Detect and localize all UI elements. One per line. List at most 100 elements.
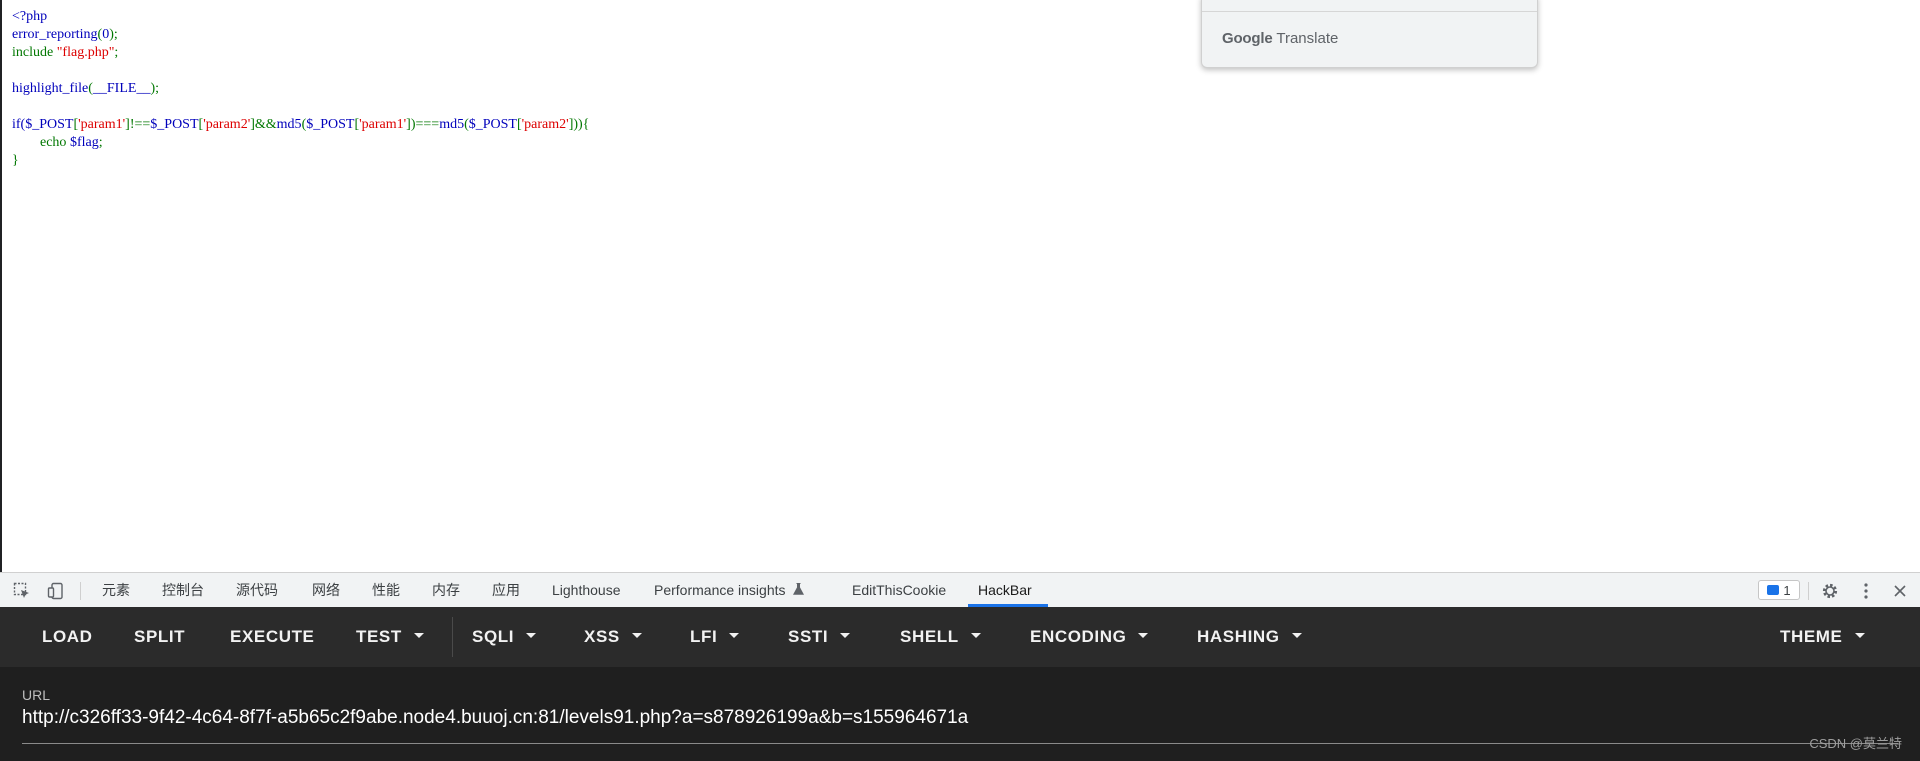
code-flag-var: $flag xyxy=(69,135,99,150)
lfi-button[interactable]: LFI xyxy=(690,607,740,667)
tab-sources[interactable]: 源代码 xyxy=(236,573,278,607)
code-semicolon: ; xyxy=(114,45,119,60)
code-token: 'param1' xyxy=(78,117,126,132)
caret-down-icon xyxy=(1854,633,1865,639)
devtools-tab-bar: 元素 控制台 源代码 网络 性能 内存 应用 Lighthouse Performance in… xyxy=(0,572,1920,607)
tab-application[interactable]: 应用 xyxy=(492,573,520,607)
code-paren: ); xyxy=(150,81,160,96)
google-translate-popup: Google Translate xyxy=(1201,0,1538,68)
button-label: HASHING xyxy=(1197,627,1280,646)
load-button[interactable]: LOAD xyxy=(42,607,93,667)
caret-down-icon xyxy=(631,633,642,639)
button-label: SQLI xyxy=(472,627,515,646)
issues-count: 1 xyxy=(1783,582,1791,598)
toolbar-separator xyxy=(80,582,81,600)
issues-counter-button[interactable]: 1 xyxy=(1758,580,1800,600)
code-token: $_POST xyxy=(150,117,199,132)
tab-label: Lighthouse xyxy=(552,582,621,598)
tab-memory[interactable]: 内存 xyxy=(432,573,460,607)
inspect-element-icon[interactable] xyxy=(12,581,32,601)
caret-down-icon xyxy=(970,633,981,639)
csdn-watermark: CSDN @莫兰特 xyxy=(1809,736,1902,751)
code-echo-keyword: echo xyxy=(40,135,70,150)
tab-label: 控制台 xyxy=(162,582,204,598)
popup-divider xyxy=(1202,11,1537,12)
button-label: ENCODING xyxy=(1030,627,1127,646)
button-label: THEME xyxy=(1780,627,1843,646)
tab-hackbar[interactable]: HackBar xyxy=(978,573,1032,607)
code-include-string: "flag.php" xyxy=(56,45,115,60)
more-vert-icon[interactable] xyxy=(1856,581,1876,601)
page-content: <?php error_reporting(0); include "flag.… xyxy=(0,0,1920,572)
hashing-button[interactable]: HASHING xyxy=(1197,607,1302,667)
code-paren: ); xyxy=(109,27,118,42)
caret-down-icon xyxy=(526,633,537,639)
execute-button[interactable]: EXECUTE xyxy=(230,607,315,667)
theme-button[interactable]: THEME xyxy=(1780,607,1865,667)
tab-label: 源代码 xyxy=(236,582,278,598)
tab-label: 网络 xyxy=(312,582,340,598)
tab-label: 应用 xyxy=(492,582,520,598)
button-label: SHELL xyxy=(900,627,959,646)
code-close-brace: } xyxy=(12,153,19,168)
caret-down-icon xyxy=(1291,633,1302,639)
code-semicolon: ; xyxy=(98,135,103,150)
code-token: 'param2' xyxy=(521,117,569,132)
code-token: ]!== xyxy=(125,117,151,132)
tab-label: EditThisCookie xyxy=(852,582,947,598)
toolbar-separator xyxy=(1808,582,1809,600)
code-token: ])=== xyxy=(406,117,440,132)
close-icon[interactable] xyxy=(1890,581,1910,601)
hackbar-url-panel: URL http://c326ff33-9f42-4c64-8f7f-a5b65… xyxy=(0,667,1920,761)
sqli-button[interactable]: SQLI xyxy=(472,607,537,667)
tab-label: Performance insights xyxy=(654,582,786,598)
caret-down-icon xyxy=(840,633,851,639)
button-label: TEST xyxy=(356,627,402,646)
code-include-keyword: include xyxy=(12,45,57,60)
button-label: LFI xyxy=(690,627,718,646)
caret-down-icon xyxy=(413,633,424,639)
flask-icon xyxy=(792,573,804,607)
shell-button[interactable]: SHELL xyxy=(900,607,981,667)
button-label: EXECUTE xyxy=(230,627,315,646)
test-button[interactable]: TEST xyxy=(356,607,424,667)
php-open-tag: <?php xyxy=(12,9,48,24)
tab-performance-insights[interactable]: Performance insights xyxy=(654,573,804,607)
split-button[interactable]: SPLIT xyxy=(134,607,185,667)
tab-label: HackBar xyxy=(978,582,1032,598)
code-arg: __FILE__ xyxy=(92,81,151,96)
url-label: URL xyxy=(22,687,51,703)
gear-icon[interactable] xyxy=(1820,581,1840,601)
hackbar-toolbar: LOAD SPLIT EXECUTE TEST SQLI XSS LFI SSTI SHELL E… xyxy=(0,607,1920,667)
tab-network[interactable]: 网络 xyxy=(312,573,340,607)
tab-editthiscookie[interactable]: EditThisCookie xyxy=(852,573,946,607)
tab-performance[interactable]: 性能 xyxy=(372,573,400,607)
xss-button[interactable]: XSS xyxy=(584,607,642,667)
translate-label: Translate xyxy=(1272,30,1339,47)
code-fn-highlight-file: highlight_file xyxy=(12,81,89,96)
tab-elements[interactable]: 元素 xyxy=(102,573,130,607)
code-token: $_POST xyxy=(468,117,517,132)
tab-console[interactable]: 控制台 xyxy=(162,573,204,607)
tab-label: 元素 xyxy=(102,582,130,598)
button-label: SPLIT xyxy=(134,627,186,646)
google-translate-brand[interactable]: Google Translate xyxy=(1222,30,1338,47)
ssti-button[interactable]: SSTI xyxy=(788,607,851,667)
code-token: $_POST xyxy=(25,117,74,132)
url-input[interactable]: http://c326ff33-9f42-4c64-8f7f-a5b65c2f9… xyxy=(22,707,968,729)
google-logo-text: Google xyxy=(1222,30,1273,47)
encoding-button[interactable]: ENCODING xyxy=(1030,607,1149,667)
code-token: ]&& xyxy=(250,117,277,132)
code-if-condition: if($_POST['param1']!==$_POST['param2']&&… xyxy=(12,117,589,132)
code-fn-error-reporting: error_reporting xyxy=(12,27,98,42)
code-token: $_POST xyxy=(306,117,355,132)
device-toolbar-icon[interactable] xyxy=(46,581,66,601)
code-token: 'param1' xyxy=(359,117,407,132)
tab-lighthouse[interactable]: Lighthouse xyxy=(552,573,621,607)
button-label: SSTI xyxy=(788,627,829,646)
php-source-code: <?php error_reporting(0); include "flag.… xyxy=(12,8,589,170)
code-token: 'param2' xyxy=(203,117,251,132)
button-label: LOAD xyxy=(42,627,93,646)
issues-icon xyxy=(1767,585,1780,595)
code-token: ])){ xyxy=(568,117,590,132)
